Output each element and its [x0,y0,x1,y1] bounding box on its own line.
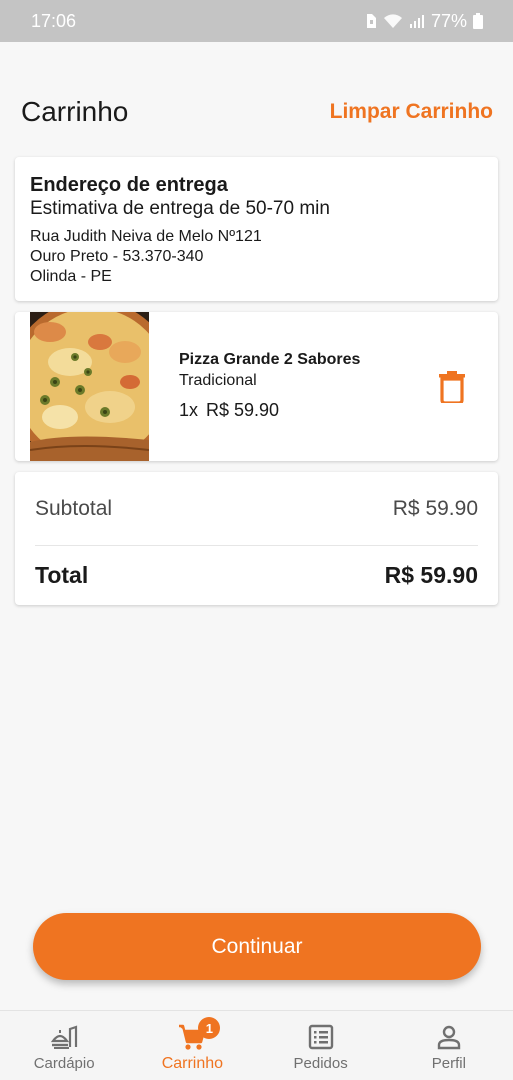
total-value: R$ 59.90 [384,561,478,588]
subtotal-label: Subtotal [35,496,113,520]
address-street: Rua Judith Neiva de Melo Nº121 [30,228,262,245]
total-label: Total [35,561,89,588]
trash-icon [439,371,465,403]
nav-label-carrinho: Carrinho [161,1055,224,1072]
address-city: Olinda - PE [30,268,112,285]
item-quantity: 1x [179,400,199,420]
signal-icon [409,15,424,28]
clear-cart-button[interactable]: Limpar Carrinho [330,100,493,124]
item-flavor: Tradicional [179,372,257,389]
status-icons: 77% [365,11,483,32]
pizza-image [30,312,149,461]
nav-item-carrinho[interactable]: 1 Carrinho [128,1011,256,1080]
subtotal-value: R$ 59.90 [392,496,478,520]
delivery-address-card[interactable]: Endereço de entrega Estimativa de entreg… [15,157,498,301]
nav-label-perfil: Perfil [431,1055,466,1072]
totals-card: Subtotal R$ 59.90 Total R$ 59.90 [15,472,498,605]
item-name: Pizza Grande 2 Sabores [179,351,361,368]
cart-item[interactable]: Pizza Grande 2 Sabores Tradicional 1x R$ … [15,312,498,461]
nav-item-cardapio[interactable]: Cardápio [0,1011,128,1080]
cart-badge: 1 [198,1017,221,1039]
address-district: Ouro Preto - 53.370-340 [30,248,204,265]
battery-icon [473,13,483,29]
nav-label-pedidos: Pedidos [293,1055,348,1072]
item-price: R$ 59.90 [206,400,280,420]
cart-item-info: Pizza Grande 2 Sabores Tradicional 1x R$ … [149,312,432,461]
wifi-icon [383,14,402,28]
cart-icon: 1 [178,1017,221,1051]
subtotal-row: Subtotal R$ 59.90 [35,472,478,546]
address-heading: Endereço de entrega [30,174,228,196]
status-bar: 17:06 77% [0,0,513,42]
nav-label-cardapio: Cardápio [33,1055,95,1072]
delivery-estimate: Estimativa de entrega de 50-70 min [30,198,330,219]
continue-button[interactable]: Continuar [33,913,481,980]
page-title: Carrinho [21,96,129,127]
profile-icon [436,1023,462,1051]
delete-item-button[interactable] [432,367,472,407]
item-quantity-price: 1x R$ 59.90 [179,399,432,421]
nav-item-perfil[interactable]: Perfil [385,1011,513,1080]
bottom-navigation: Cardápio 1 Carrinho Pedidos Perfil [0,1010,513,1080]
nav-item-pedidos[interactable]: Pedidos [257,1011,385,1080]
page-header: Carrinho Limpar Carrinho [0,82,513,142]
sim-icon [366,14,376,28]
menu-food-icon [50,1023,78,1051]
total-row: Total R$ 59.90 [35,546,478,604]
status-time: 17:06 [31,10,77,31]
orders-list-icon [308,1023,334,1051]
battery-percent: 77% [430,10,467,31]
